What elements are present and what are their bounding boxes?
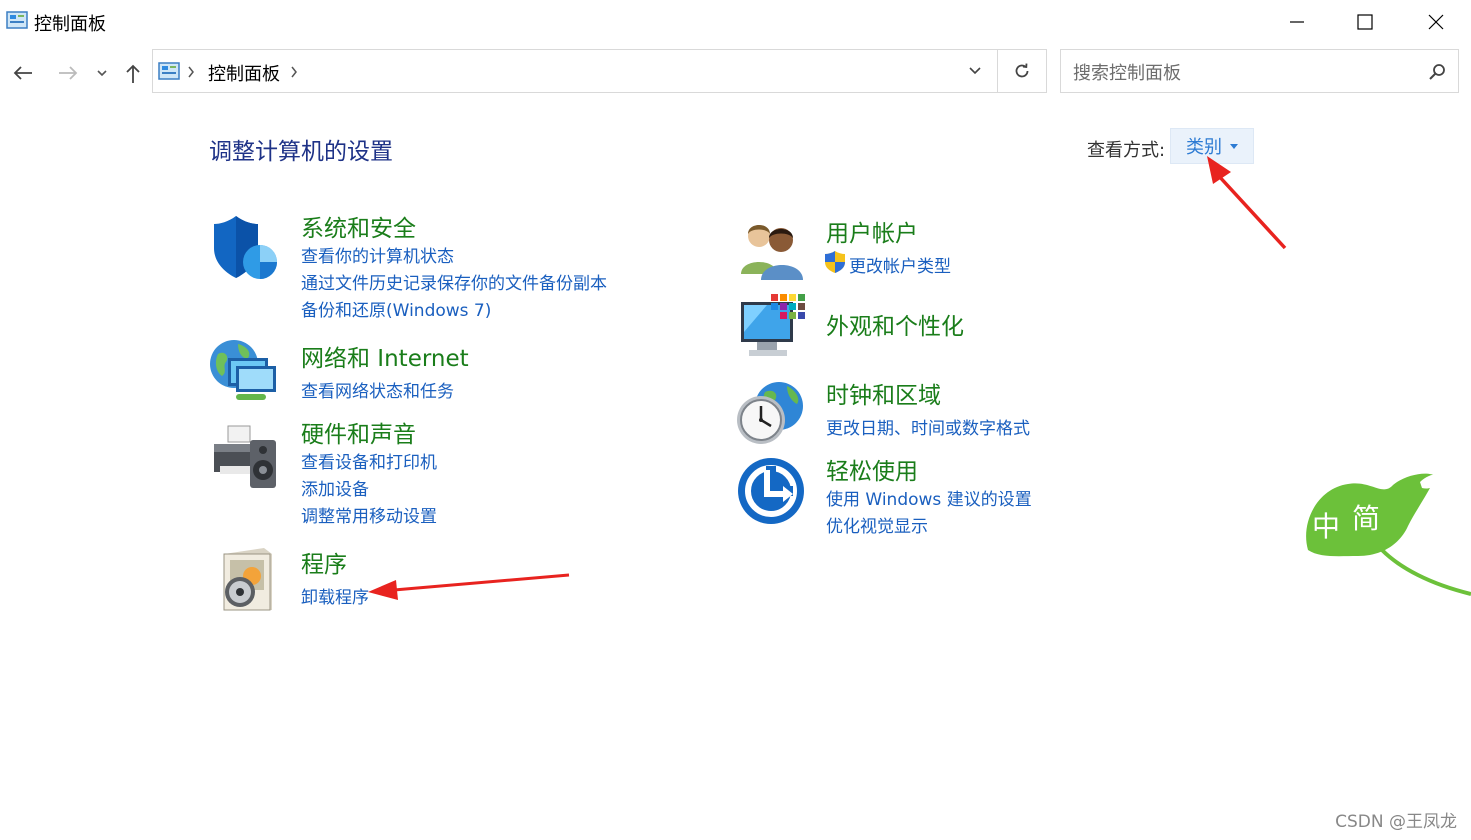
control-panel-icon [158, 62, 180, 80]
address-history-dropdown[interactable] [952, 49, 998, 93]
category-title-system-security[interactable]: 系统和安全 [301, 209, 416, 243]
programs-disc-icon[interactable] [212, 544, 282, 614]
link-mobility-settings[interactable]: 调整常用移动设置 [301, 502, 437, 527]
printer-speaker-icon[interactable] [210, 422, 280, 492]
control-panel-app-icon [6, 11, 28, 29]
search-input[interactable] [1071, 60, 1415, 86]
link-view-computer-status[interactable]: 查看你的计算机状态 [301, 242, 454, 267]
category-title-ease-of-access[interactable]: 轻松使用 [826, 452, 918, 486]
view-by-label: 查看方式: [1087, 140, 1166, 161]
link-windows-recommended-settings[interactable]: 使用 Windows 建议的设置 [826, 485, 1032, 510]
category-title-network-internet[interactable]: 网络和 Internet [301, 339, 469, 373]
arrow-right-icon [59, 66, 78, 80]
link-optimize-visual-display[interactable]: 优化视觉显示 [826, 512, 928, 537]
clock-globe-icon[interactable] [735, 376, 805, 446]
category-title-appearance-personalization[interactable]: 外观和个性化 [826, 307, 964, 341]
category-title-clock-region[interactable]: 时钟和区域 [826, 376, 941, 410]
category-title-hardware-sound[interactable]: 硬件和声音 [301, 415, 416, 449]
link-network-status-tasks[interactable]: 查看网络状态和任务 [301, 377, 454, 402]
category-title-programs[interactable]: 程序 [301, 545, 347, 579]
link-add-device[interactable]: 添加设备 [301, 475, 369, 500]
ime-mode-char[interactable]: 中 [1312, 510, 1340, 543]
minimize-button[interactable] [1264, 0, 1330, 44]
watermark: CSDN @王凤龙 [1335, 812, 1457, 832]
title-bar: 控制面板 [0, 0, 1471, 44]
category-title-user-accounts[interactable]: 用户帐户 [826, 214, 918, 248]
maximize-button[interactable] [1332, 0, 1398, 44]
ime-script-char[interactable]: 简 [1352, 502, 1380, 535]
window-title: 控制面板 [34, 14, 106, 35]
chevron-down-icon [97, 70, 107, 77]
link-uninstall-program[interactable]: 卸载程序 [301, 583, 369, 608]
uac-shield-icon [825, 251, 845, 273]
arrow-up-icon [126, 64, 140, 83]
search-box[interactable] [1060, 49, 1459, 93]
refresh-button[interactable] [998, 49, 1047, 93]
users-icon[interactable] [737, 214, 807, 284]
back-button[interactable] [8, 56, 38, 90]
annotation-arrow-uninstall [368, 573, 570, 600]
refresh-icon [1015, 63, 1029, 78]
link-devices-printers[interactable]: 查看设备和打印机 [301, 448, 437, 473]
link-change-account-type[interactable]: 更改帐户类型 [849, 252, 951, 277]
monitor-palette-icon[interactable] [737, 292, 807, 362]
network-globe-icon[interactable] [208, 336, 278, 406]
ease-of-access-icon[interactable] [737, 456, 807, 526]
chevron-right-icon[interactable] [187, 66, 195, 78]
address-bar[interactable]: 控制面板 [152, 49, 998, 93]
ime-leaf-overlay[interactable]: 中 简 [1290, 466, 1471, 600]
page-title: 调整计算机的设置 [209, 139, 393, 165]
minimize-icon [1290, 21, 1304, 23]
forward-button[interactable] [53, 56, 83, 90]
link-backup-restore[interactable]: 备份和还原(Windows 7) [301, 296, 491, 321]
search-icon[interactable] [1428, 63, 1446, 81]
link-file-history-backup[interactable]: 通过文件历史记录保存你的文件备份副本 [301, 269, 607, 294]
breadcrumb-item[interactable]: 控制面板 [208, 60, 280, 86]
dropdown-caret-icon [1230, 143, 1238, 149]
arrow-left-icon [13, 66, 32, 80]
chevron-right-icon[interactable] [290, 66, 298, 78]
shield-icon[interactable] [210, 212, 280, 282]
annotation-arrow-view-by [1207, 156, 1287, 250]
recent-locations-button[interactable] [88, 56, 116, 90]
close-button[interactable] [1403, 0, 1469, 44]
chevron-down-icon [969, 67, 981, 75]
up-button[interactable] [118, 56, 148, 90]
close-icon [1428, 14, 1444, 30]
maximize-icon [1357, 14, 1373, 30]
link-change-date-time-format[interactable]: 更改日期、时间或数字格式 [826, 414, 1030, 439]
